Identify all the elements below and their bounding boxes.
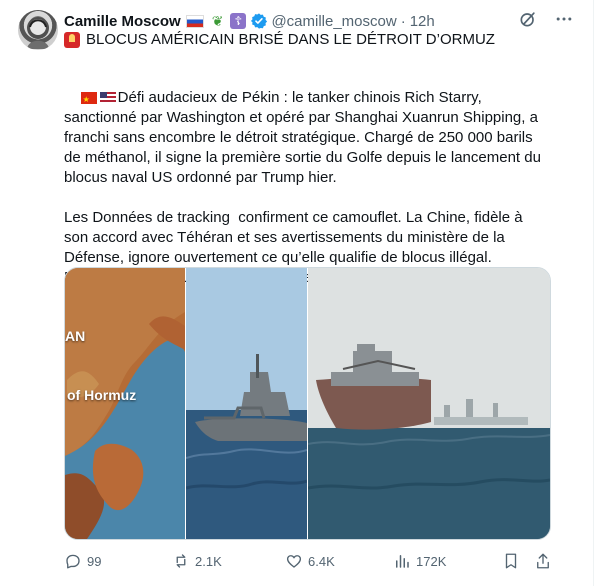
timestamp[interactable]: 12h: [410, 13, 435, 30]
reply-icon: [66, 554, 80, 569]
like-action[interactable]: 6.4K: [285, 552, 335, 570]
username-handle[interactable]: @camille_moscow: [271, 13, 396, 30]
tanker-image[interactable]: [308, 268, 550, 539]
map-drawing: [65, 268, 185, 539]
analytics-icon: [396, 555, 409, 568]
tanker-drawing: [308, 268, 550, 539]
repost-icon: [176, 554, 186, 568]
grok-icon[interactable]: [518, 9, 538, 29]
post-heading: BLOCUS AMÉRICAIN BRISÉ DANS LE DÉTROIT D…: [64, 31, 495, 48]
more-options-icon[interactable]: [554, 9, 574, 29]
display-name[interactable]: Camille Moscow: [64, 13, 181, 30]
map-label-an: AN: [65, 328, 86, 344]
china-flag-icon: [80, 90, 97, 110]
siren-icon: [64, 31, 80, 48]
heading-text: BLOCUS AMÉRICAIN BRISÉ DANS LE DÉTROIT D…: [86, 31, 495, 48]
bookmark-icon[interactable]: [502, 552, 520, 570]
tweet-card: Camille Moscow ❦ ☦ @camille_moscow · 12h…: [0, 0, 598, 586]
tweet-header: Camille Moscow ❦ ☦ @camille_moscow · 12h: [64, 11, 435, 31]
reply-count: 99: [87, 553, 102, 569]
avatar[interactable]: [18, 10, 58, 50]
us-flag-icon: [99, 92, 116, 104]
tweet-action-bar: 99 2.1K 6.4K 172K: [64, 552, 552, 572]
right-divider: [593, 0, 594, 586]
paragraph-1: Défi audacieux de Pékin : le tanker chin…: [64, 89, 546, 186]
share-icon[interactable]: [534, 552, 552, 570]
like-count: 6.4K: [308, 553, 335, 569]
orthodox-cross-icon: ☦: [230, 13, 247, 29]
repost-count: 2.1K: [195, 553, 222, 569]
warship-drawing: [186, 268, 307, 539]
reply-action[interactable]: 99: [64, 552, 101, 570]
repost-action[interactable]: 2.1K: [172, 552, 222, 570]
warship-image[interactable]: [186, 268, 307, 539]
tweet-top-actions: [518, 9, 574, 29]
astronaut-avatar-icon: [27, 17, 49, 49]
map-label-hormuz: of Hormuz: [67, 387, 137, 403]
view-count: 172K: [416, 553, 447, 569]
heart-icon: [286, 555, 302, 568]
china-us-flags: [80, 90, 116, 110]
strait-map-image[interactable]: AN of Hormuz: [65, 268, 185, 539]
views-action[interactable]: 172K: [393, 552, 446, 570]
verified-icon: [251, 13, 268, 29]
separator-dot: ·: [400, 12, 406, 30]
media-grid[interactable]: AN of Hormuz: [64, 267, 551, 540]
leaf-icon: ❦: [211, 12, 224, 29]
russia-flag-icon: [185, 14, 204, 28]
